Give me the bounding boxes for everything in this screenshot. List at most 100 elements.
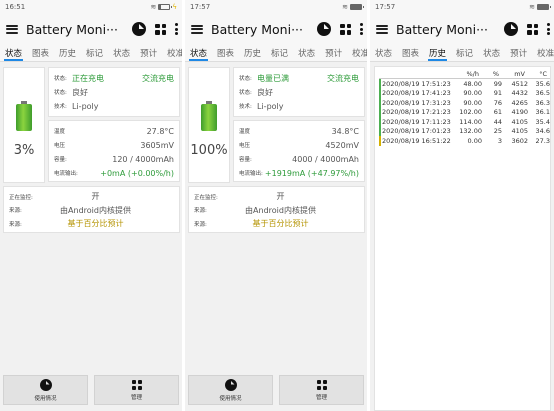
current-value: +0mA (+0.00%/h)	[100, 168, 174, 178]
row-timestamp: 2020/08/19 17:21:23	[382, 108, 451, 117]
row-rate: 48.00	[463, 79, 482, 88]
row-temperature: 27.3	[535, 136, 550, 145]
row-rate: 90.00	[463, 98, 482, 107]
tab-calibrate[interactable]: 校准	[162, 44, 182, 61]
tab-status-2[interactable]: 状态	[478, 44, 505, 61]
history-row[interactable]: 2020/08/19 17:31:23 90.00 76 4265 36.3	[379, 98, 550, 108]
status-bar: 17:57 ≋	[370, 0, 554, 14]
row-temperature: 35.6	[535, 79, 550, 88]
apps-grid-icon	[316, 379, 327, 390]
status-battery-icon	[537, 4, 551, 10]
history-row[interactable]: 2020/08/19 17:51:23 48.00 99 4512 35.6	[379, 79, 550, 89]
tab-chart[interactable]: 图表	[27, 44, 54, 61]
row-indicator-bar	[379, 136, 381, 146]
tab-status[interactable]: 状态	[0, 44, 27, 61]
history-row[interactable]: 2020/08/19 17:11:23 114.00 44 4105 35.4	[379, 117, 550, 127]
history-row[interactable]: 2020/08/19 17:01:23 132.00 25 4105 34.6	[379, 126, 550, 136]
tab-status[interactable]: 状态	[185, 44, 212, 61]
tab-calibrate[interactable]: 校准	[347, 44, 367, 61]
charging-bolt-icon: ϟ	[172, 3, 177, 11]
tab-markers[interactable]: 标记	[266, 44, 293, 61]
pie-chart-icon[interactable]	[504, 22, 518, 36]
charging-status: 电量已满	[257, 73, 289, 83]
row-temperature: 35.4	[535, 117, 550, 126]
history-row[interactable]: 2020/08/19 17:21:23 102.00 61 4190 36.1	[379, 107, 550, 117]
row-rate: 102.00	[459, 108, 482, 117]
row-rate: 114.00	[459, 117, 482, 126]
status-time: 17:57	[190, 3, 211, 11]
usage-button[interactable]: 使用情况	[3, 375, 88, 405]
overflow-menu-icon[interactable]	[547, 23, 550, 35]
voltage-value: 3605mV	[140, 140, 174, 150]
col-rate: %/h	[466, 70, 480, 78]
col-voltage: mV	[514, 70, 525, 78]
history-row[interactable]: 2020/08/19 17:41:23 90.00 91 4432 36.5	[379, 88, 550, 98]
source-label-2: 来源:	[9, 221, 22, 228]
tab-estimate[interactable]: 预计	[505, 44, 532, 61]
battery-icon	[16, 101, 32, 131]
tab-history[interactable]: 历史	[239, 44, 266, 61]
app-bar-actions	[317, 22, 363, 36]
menu-icon[interactable]	[376, 24, 388, 34]
app-title: Battery Moni···	[396, 21, 488, 37]
tab-status-2[interactable]: 状态	[108, 44, 135, 61]
tab-history[interactable]: 历史	[424, 44, 451, 61]
apps-grid-icon[interactable]	[527, 23, 538, 35]
voltage-value: 4520mV	[325, 140, 359, 150]
capacity-value: 4000 / 4000mAh	[292, 154, 359, 164]
tab-markers[interactable]: 标记	[451, 44, 478, 61]
row-indicator-bar	[379, 117, 381, 127]
tab-estimate[interactable]: 预计	[135, 44, 162, 61]
history-row[interactable]: 2020/08/19 16:51:22 0.00 3 3602 27.3	[379, 136, 550, 146]
manage-label: 管理	[130, 394, 142, 401]
row-voltage: 4512	[511, 79, 528, 88]
menu-icon[interactable]	[6, 24, 18, 34]
monitoring-label: 正在监控:	[9, 194, 33, 201]
tab-estimate[interactable]: 预计	[320, 44, 347, 61]
tab-calibrate[interactable]: 校准	[532, 44, 554, 61]
row-voltage: 4432	[511, 89, 528, 98]
technology-label: 技术:	[239, 104, 252, 110]
status-icons: ≋	[342, 3, 364, 11]
overflow-menu-icon[interactable]	[175, 23, 178, 35]
menu-icon[interactable]	[191, 24, 203, 34]
tab-chart[interactable]: 图表	[397, 44, 424, 61]
phone-screen-1: 16:51 ≋ ϟ Battery Moni··· 状态 图表 历史 标记 状态…	[0, 0, 182, 411]
col-percent: %	[492, 70, 499, 78]
row-timestamp: 2020/08/19 17:51:23	[382, 79, 451, 88]
history-rows: 2020/08/19 17:51:23 48.00 99 4512 35.6 2020/0…	[379, 79, 550, 146]
row-voltage: 4265	[511, 98, 528, 107]
status-card: 状态: 正在充电 交流充电 状态: 良好 技术: Li-poly	[48, 67, 180, 117]
app-bar: Battery Moni···	[370, 14, 554, 44]
tab-history[interactable]: 历史	[54, 44, 81, 61]
pie-chart-icon[interactable]	[132, 22, 146, 36]
apps-grid-icon[interactable]	[155, 23, 166, 35]
tab-markers[interactable]: 标记	[81, 44, 108, 61]
measurements-card: 温度 27.8°C 电压 3605mV 容量: 120 / 4000mAh 电流…	[48, 120, 180, 182]
phone-screen-3: 17:57 ≋ Battery Moni··· 状态 图表 历史 标记 状态 预…	[370, 0, 554, 411]
apps-grid-icon[interactable]	[340, 23, 351, 35]
overflow-menu-icon[interactable]	[360, 23, 363, 35]
row-voltage: 4105	[511, 117, 528, 126]
source-value: 由Android内核提供	[60, 205, 131, 215]
tab-status-2[interactable]: 状态	[293, 44, 320, 61]
usage-button[interactable]: 使用情况	[188, 375, 273, 405]
voltage-label: 电压	[54, 143, 66, 149]
status-battery-icon	[350, 4, 364, 10]
wifi-icon: ≋	[150, 3, 157, 11]
tab-status[interactable]: 状态	[370, 44, 397, 61]
source-label: 来源:	[194, 208, 207, 215]
apps-grid-icon	[131, 379, 142, 390]
app-bar: Battery Moni···	[0, 14, 182, 44]
row-timestamp: 2020/08/19 16:51:22	[382, 136, 451, 145]
tab-chart[interactable]: 图表	[212, 44, 239, 61]
current-value: +1919mA (+47.97%/h)	[264, 168, 359, 178]
pie-chart-icon[interactable]	[317, 22, 331, 36]
technology-value: Li-poly	[72, 101, 99, 111]
manage-button[interactable]: 管理	[94, 375, 179, 405]
temperature-value: 34.8°C	[331, 126, 359, 136]
row-indicator-bar	[379, 79, 381, 89]
history-table: %/h % mV °C 2020/08/19 17:51:23 48.00 99 45…	[379, 70, 550, 146]
manage-button[interactable]: 管理	[279, 375, 364, 405]
current-label: 电流输出:	[239, 171, 263, 177]
